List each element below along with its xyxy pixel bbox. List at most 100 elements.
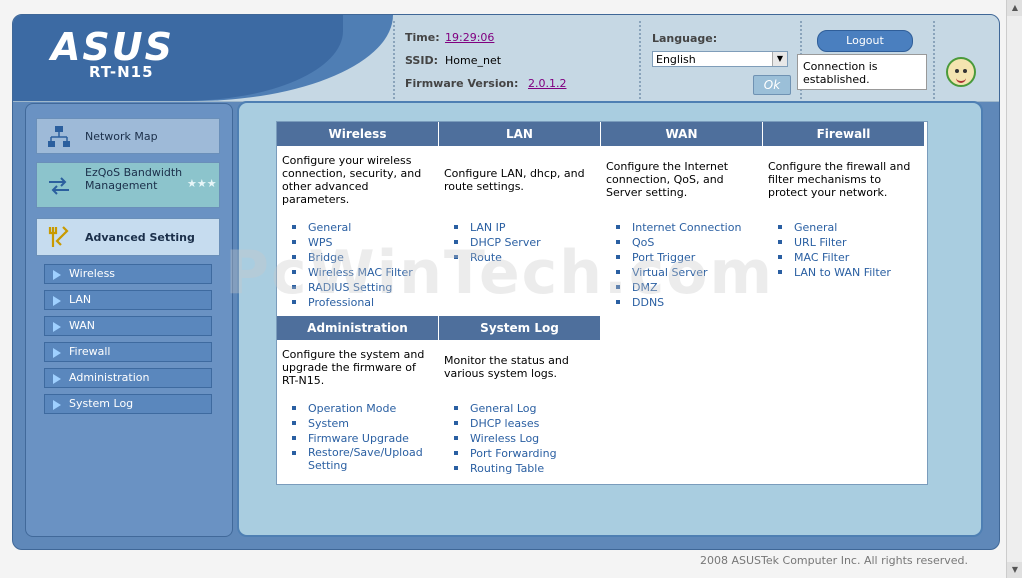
link-wan-qos[interactable]: QoS	[616, 235, 741, 250]
section-links-administration: Operation Mode System Firmware Upgrade R…	[292, 401, 442, 472]
section-header-system-log: System Log	[439, 316, 601, 340]
section-desc-wan: Configure the Internet connection, QoS, …	[606, 160, 729, 199]
sidebar-item-label: EzQoS Bandwidth Management	[85, 166, 183, 192]
settings-panel: Wireless LAN WAN Firewall Configure your…	[276, 121, 928, 485]
section-links-wan: Internet Connection QoS Port Trigger Vir…	[616, 220, 741, 310]
header-divider	[393, 21, 395, 99]
section-desc-wireless: Configure your wireless connection, secu…	[282, 154, 422, 206]
link-log-port-forwarding[interactable]: Port Forwarding	[454, 446, 557, 461]
sidebar-item-firewall[interactable]: Firewall	[44, 342, 212, 362]
link-firewall-lan-to-wan[interactable]: LAN to WAN Filter	[778, 265, 891, 280]
link-wireless-professional[interactable]: Professional	[292, 295, 413, 310]
section-desc-firewall: Configure the firewall and filter mechan…	[768, 160, 911, 199]
link-wireless-general[interactable]: General	[292, 220, 413, 235]
section-links-lan: LAN IP DHCP Server Route	[454, 220, 541, 265]
sidebar-item-system-log[interactable]: System Log	[44, 394, 212, 414]
sidebar-item-wan[interactable]: WAN	[44, 316, 212, 336]
connection-status: Connection is established.	[797, 54, 927, 90]
page: ASUS RT-N15 Time: 19:29:06 SSID: Home_ne…	[0, 0, 1022, 578]
link-admin-system[interactable]: System	[292, 416, 442, 431]
stars-icon: ★★★	[187, 177, 217, 190]
section-links-firewall: General URL Filter MAC Filter LAN to WAN…	[778, 220, 891, 280]
scroll-down-icon[interactable]: ▼	[1007, 562, 1022, 578]
link-lan-dhcp-server[interactable]: DHCP Server	[454, 235, 541, 250]
arrow-right-icon	[53, 270, 61, 280]
link-admin-operation-mode[interactable]: Operation Mode	[292, 401, 442, 416]
logout-button[interactable]: Logout	[817, 30, 913, 52]
link-wireless-wps[interactable]: WPS	[292, 235, 413, 250]
sidebar-sub-label: Wireless	[69, 267, 116, 280]
link-log-routing-table[interactable]: Routing Table	[454, 461, 557, 476]
arrow-right-icon	[53, 348, 61, 358]
link-wan-internet-connection[interactable]: Internet Connection	[616, 220, 741, 235]
link-log-wireless[interactable]: Wireless Log	[454, 431, 557, 446]
link-lan-ip[interactable]: LAN IP	[454, 220, 541, 235]
section-desc-lan: Configure LAN, dhcp, and route settings.	[444, 167, 585, 193]
arrow-right-icon	[53, 400, 61, 410]
tools-icon	[48, 226, 69, 247]
sidebar-item-lan[interactable]: LAN	[44, 290, 212, 310]
link-log-general[interactable]: General Log	[454, 401, 557, 416]
sidebar-sub-label: Firewall	[69, 345, 111, 358]
scroll-up-icon[interactable]: ▲	[1007, 0, 1022, 16]
language-label: Language:	[652, 32, 718, 45]
link-wireless-bridge[interactable]: Bridge	[292, 250, 413, 265]
chevron-down-icon[interactable]: ▼	[772, 52, 787, 66]
ssid-value: Home_net	[445, 54, 502, 67]
section-desc-administration: Configure the system and upgrade the fir…	[282, 348, 425, 387]
sidebar-sub-label: WAN	[69, 319, 96, 332]
avatar-eye	[955, 69, 959, 73]
link-firewall-mac-filter[interactable]: MAC Filter	[778, 250, 891, 265]
language-select[interactable]: English ▼	[652, 51, 788, 67]
section-header-administration: Administration	[277, 316, 439, 340]
sidebar-item-wireless[interactable]: Wireless	[44, 264, 212, 284]
status-avatar-icon	[946, 57, 976, 87]
header-divider	[639, 21, 641, 99]
sidebar-sub-label: System Log	[69, 397, 134, 410]
link-wan-virtual-server[interactable]: Virtual Server	[616, 265, 741, 280]
header: ASUS RT-N15 Time: 19:29:06 SSID: Home_ne…	[13, 15, 999, 102]
time-value[interactable]: 19:29:06	[445, 31, 494, 44]
section-links-wireless: General WPS Bridge Wireless MAC Filter R…	[292, 220, 413, 310]
link-admin-firmware-upgrade[interactable]: Firmware Upgrade	[292, 431, 442, 446]
sidebar-sub-label: Administration	[69, 371, 150, 384]
section-header-lan: LAN	[439, 122, 601, 146]
link-firewall-general[interactable]: General	[778, 220, 891, 235]
firmware-value[interactable]: 2.0.1.2	[528, 77, 566, 90]
sidebar-sub-label: LAN	[69, 293, 92, 306]
content-area: Wireless LAN WAN Firewall Configure your…	[237, 101, 983, 537]
ezqos-icon	[49, 177, 69, 195]
sidebar-item-label: Advanced Setting	[85, 231, 195, 244]
section-desc-system-log: Monitor the status and various system lo…	[444, 354, 569, 380]
arrow-right-icon	[53, 322, 61, 332]
sidebar-item-ezqos[interactable]: EzQoS Bandwidth Management ★★★	[36, 162, 220, 208]
sidebar-item-label: Network Map	[85, 130, 158, 143]
link-wan-ddns[interactable]: DDNS	[616, 295, 741, 310]
link-wireless-mac-filter[interactable]: Wireless MAC Filter	[292, 265, 413, 280]
time-label: Time:	[405, 31, 440, 44]
link-lan-route[interactable]: Route	[454, 250, 541, 265]
section-links-system-log: General Log DHCP leases Wireless Log Por…	[454, 401, 557, 476]
firmware-label: Firmware Version:	[405, 77, 519, 90]
sidebar-item-network-map[interactable]: Network Map	[36, 118, 220, 154]
avatar-eye	[963, 69, 967, 73]
link-log-dhcp-leases[interactable]: DHCP leases	[454, 416, 557, 431]
link-wireless-radius[interactable]: RADIUS Setting	[292, 280, 413, 295]
router-frame: ASUS RT-N15 Time: 19:29:06 SSID: Home_ne…	[12, 14, 1000, 550]
sidebar: Network Map EzQoS Bandwidth Management ★…	[25, 103, 233, 537]
arrow-right-icon	[53, 296, 61, 306]
avatar-mouth	[956, 76, 966, 83]
vertical-scrollbar[interactable]: ▲ ▼	[1006, 0, 1022, 578]
language-ok-button[interactable]: Ok	[753, 75, 791, 95]
link-wan-port-trigger[interactable]: Port Trigger	[616, 250, 741, 265]
language-selected: English	[656, 53, 696, 66]
section-header-wireless: Wireless	[277, 122, 439, 146]
ssid-label: SSID:	[405, 54, 438, 67]
link-admin-restore-save-upload[interactable]: Restore/Save/Upload Setting	[292, 446, 438, 472]
section-header-firewall: Firewall	[763, 122, 925, 146]
sidebar-item-advanced-setting[interactable]: Advanced Setting	[36, 218, 220, 256]
sidebar-item-administration[interactable]: Administration	[44, 368, 212, 388]
link-firewall-url-filter[interactable]: URL Filter	[778, 235, 891, 250]
arrow-right-icon	[53, 374, 61, 384]
link-wan-dmz[interactable]: DMZ	[616, 280, 741, 295]
